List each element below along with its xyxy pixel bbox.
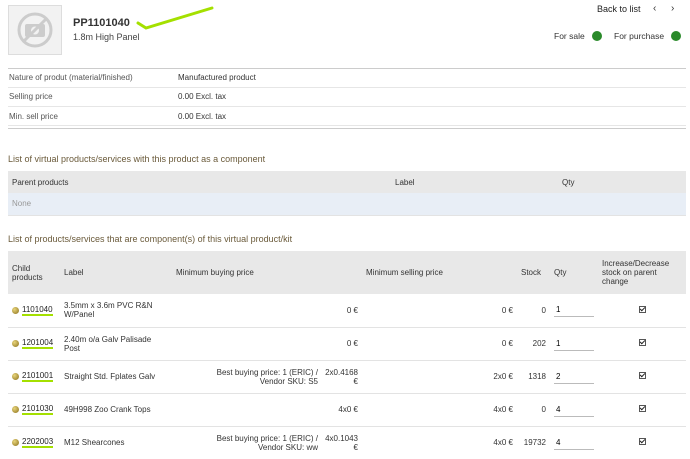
- info-row: Min. sell price 0.00 Excl. tax: [8, 106, 686, 127]
- product-ref-link[interactable]: 1101040: [22, 305, 53, 316]
- col-label: Label: [60, 251, 172, 294]
- incdec-checkbox[interactable]: [638, 305, 646, 313]
- col-label: Label: [391, 171, 558, 193]
- components-table: Child products Label Minimum buying pric…: [8, 251, 686, 459]
- table-row: 2202003 M12 Shearcones Best buying price…: [8, 426, 686, 459]
- col-min-selling-price: Minimum selling price: [362, 251, 517, 294]
- min-selling-price: 2x0 €: [362, 360, 517, 394]
- stock-value: 202: [517, 327, 550, 361]
- stock-value: 1318: [517, 360, 550, 394]
- min-selling-price: 0 €: [362, 327, 517, 361]
- back-to-list-link[interactable]: Back to list: [597, 4, 641, 14]
- min-buying-price: 2x0.4168 €: [325, 367, 358, 386]
- chevron-right-icon[interactable]: ›: [671, 3, 674, 14]
- product-icon: [12, 306, 19, 314]
- product-ref-link[interactable]: 1201004: [22, 338, 54, 349]
- product-ref-link[interactable]: 2101001: [22, 371, 54, 382]
- product-icon: [12, 340, 19, 347]
- chevron-left-icon[interactable]: ‹: [653, 3, 656, 14]
- min-buying-price-cell: Best buying price: 1 (ERIC) / Vendor SKU…: [172, 360, 362, 394]
- parents-section-title: List of virtual products/services with t…: [8, 154, 266, 164]
- info-value: 0.00 Excl. tax: [177, 87, 686, 108]
- info-key: Nature of produt (material/finished): [8, 68, 177, 88]
- info-value: Manufactured product: [177, 68, 686, 88]
- product-icon: [12, 373, 19, 380]
- incdec-checkbox[interactable]: [638, 372, 646, 379]
- table-header-row: Parent products Label Qty: [8, 171, 686, 193]
- col-child-products: Child products: [8, 251, 60, 294]
- info-value: 0.00 Excl. tax: [177, 106, 686, 127]
- col-stock: Stock: [517, 251, 550, 294]
- product-icon: [12, 406, 19, 413]
- col-qty: Qty: [550, 251, 598, 294]
- product-ref-link[interactable]: 2202003: [22, 437, 54, 448]
- stock-value: 19732: [517, 426, 550, 459]
- stock-value: 0: [517, 393, 550, 427]
- col-min-buying-price: Minimum buying price: [172, 251, 362, 294]
- min-buying-price: 4x0 €: [172, 393, 362, 427]
- best-buying-price-note: Best buying price: 1 (ERIC) /: [216, 367, 318, 377]
- product-label: 49H998 Zoo Crank Tops: [60, 393, 172, 427]
- divider: [8, 128, 686, 129]
- qty-input[interactable]: [554, 303, 594, 318]
- qty-input[interactable]: [554, 336, 594, 351]
- incdec-checkbox[interactable]: [638, 438, 646, 445]
- min-selling-price: 0 €: [362, 294, 517, 328]
- qty-input[interactable]: [554, 402, 594, 417]
- for-sale-label: For sale: [554, 31, 585, 41]
- for-sale-status: For sale: [554, 31, 602, 41]
- for-purchase-status: For purchase: [614, 31, 682, 41]
- components-section-title: List of products/services that are compo…: [8, 234, 293, 244]
- incdec-checkbox[interactable]: [638, 405, 646, 412]
- product-ref: PP1101040: [73, 17, 130, 29]
- table-row: 2101030 49H998 Zoo Crank Tops 4x0 € 4x0 …: [8, 393, 686, 427]
- vendor-sku: Vendor SKU: S5: [259, 376, 318, 386]
- table-row: 2101001 Straight Std. Fplates Galv Best …: [8, 360, 686, 394]
- min-buying-price: 0 €: [172, 294, 362, 328]
- col-qty: Qty: [558, 171, 686, 193]
- parent-products-table: Parent products Label Qty None: [8, 171, 686, 216]
- product-photo-placeholder[interactable]: [8, 5, 62, 55]
- min-buying-price: 4x0.1043 €: [325, 433, 358, 452]
- product-label: M12 Shearcones: [60, 426, 172, 459]
- product-label: 2.40m o/a Galv Palisade Post: [60, 327, 172, 361]
- product-description: 1.8m High Panel: [73, 32, 140, 42]
- no-photo-icon: [17, 12, 53, 48]
- for-sale-indicator[interactable]: [591, 31, 602, 41]
- min-buying-price: 0 €: [172, 327, 362, 361]
- for-purchase-indicator[interactable]: [671, 31, 682, 41]
- qty-input[interactable]: [554, 369, 594, 384]
- table-row: 1201004 2.40m o/a Galv Palisade Post 0 €…: [8, 327, 686, 361]
- min-buying-price-cell: Best buying price: 1 (ERIC) / Vendor SKU…: [172, 426, 362, 459]
- stock-value: 0: [517, 294, 550, 328]
- product-label: Straight Std. Fplates Galv: [60, 360, 172, 394]
- col-parent-products: Parent products: [8, 171, 391, 193]
- product-icon: [12, 439, 19, 446]
- product-info-table: Nature of produt (material/finished) Man…: [8, 68, 686, 127]
- best-buying-price-note: Best buying price: 1 (ERIC) /: [216, 433, 318, 443]
- table-header-row: Child products Label Minimum buying pric…: [8, 251, 686, 294]
- min-selling-price: 4x0 €: [362, 393, 517, 427]
- product-ref-link[interactable]: 2101030: [22, 404, 54, 415]
- min-selling-price: 4x0 €: [362, 426, 517, 459]
- table-row: 1101040 3.5mm x 3.6m PVC R&N W/Panel 0 €…: [8, 294, 686, 328]
- product-label: 3.5mm x 3.6m PVC R&N W/Panel: [60, 294, 172, 328]
- info-row: Selling price 0.00 Excl. tax: [8, 87, 686, 108]
- product-header: PP1101040 1.8m High Panel Back to list ‹…: [0, 0, 690, 62]
- for-purchase-label: For purchase: [614, 31, 665, 41]
- vendor-sku: Vendor SKU: ww: [257, 442, 318, 452]
- annotation-check-mark: [136, 6, 214, 30]
- incdec-checkbox[interactable]: [638, 339, 646, 346]
- qty-input[interactable]: [554, 435, 594, 450]
- info-key: Selling price: [8, 87, 177, 108]
- info-row: Nature of produt (material/finished) Man…: [8, 68, 686, 88]
- info-key: Min. sell price: [8, 106, 177, 127]
- col-increase-decrease: Increase/Decrease stock on parent change: [598, 251, 686, 294]
- table-row: None: [8, 193, 686, 216]
- empty-text: None: [8, 193, 686, 216]
